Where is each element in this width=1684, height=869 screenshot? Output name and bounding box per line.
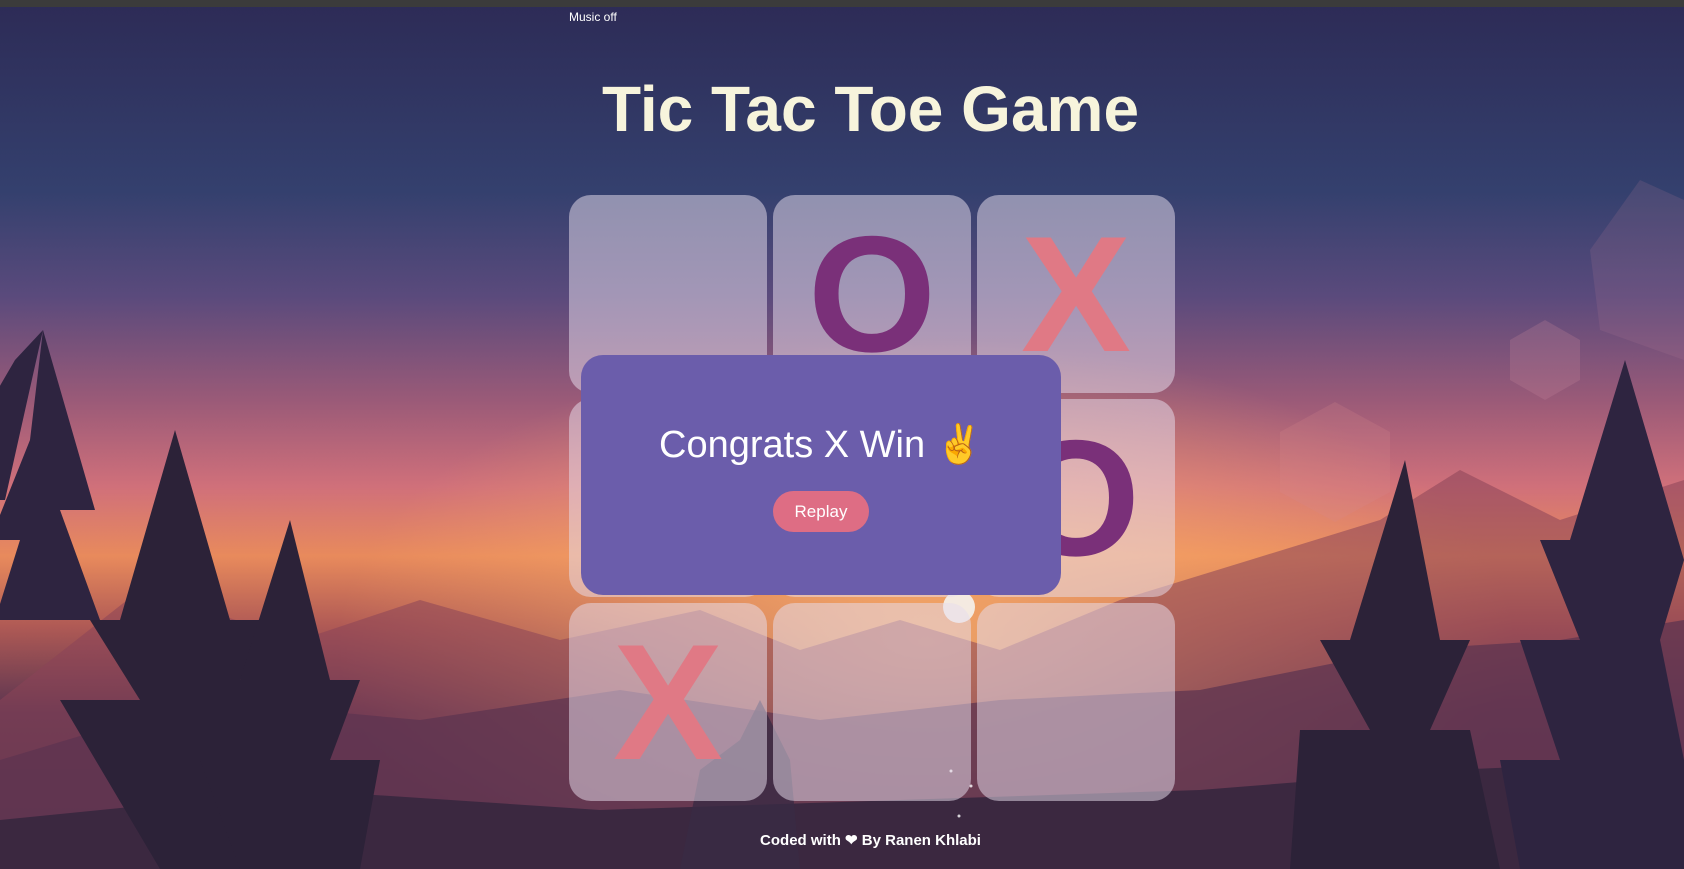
win-message: Congrats X Win ✌️	[659, 424, 983, 466]
footer-prefix: Coded with	[760, 832, 841, 849]
board-cell-9[interactable]	[977, 603, 1175, 801]
footer-author: By Ranen Khlabi	[861, 832, 981, 849]
replay-button[interactable]: Replay	[773, 491, 869, 532]
heart-icon: ❤	[845, 832, 858, 849]
music-toggle[interactable]: Music off	[569, 10, 617, 24]
page-title: Tic Tac Toe Game	[601, 73, 1140, 145]
footer-credit: Coded with ❤ By Ranen Khlabi	[0, 831, 1684, 849]
board-cell-7[interactable]: X	[569, 603, 767, 801]
board-cell-8[interactable]	[773, 603, 971, 801]
win-dialog: Congrats X Win ✌️ Replay	[581, 355, 1061, 595]
